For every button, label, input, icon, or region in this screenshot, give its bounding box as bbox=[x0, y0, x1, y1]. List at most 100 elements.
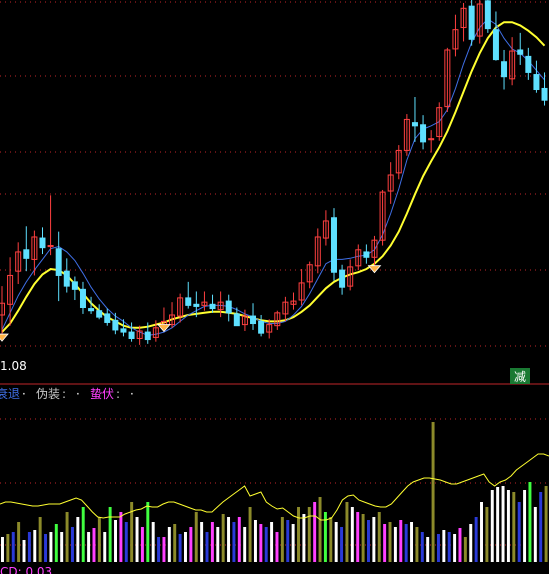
candle bbox=[330, 208, 337, 281]
indicator-bar bbox=[253, 520, 257, 562]
indicator-bar bbox=[501, 486, 505, 562]
indicator-bar bbox=[27, 532, 31, 562]
indicator-bar bbox=[22, 540, 26, 562]
indicator-bar bbox=[544, 486, 548, 562]
indicator-bar bbox=[151, 522, 155, 562]
candle-body bbox=[501, 61, 508, 78]
indicator-bar bbox=[415, 527, 419, 562]
indicator-bar bbox=[447, 532, 451, 562]
candle-body bbox=[492, 29, 499, 61]
indicator-bar bbox=[162, 537, 166, 562]
indicator-bar bbox=[297, 507, 300, 562]
badge[interactable]: 减 bbox=[510, 368, 530, 384]
price-label: 1.08 bbox=[0, 359, 27, 373]
indicator-bar bbox=[76, 517, 80, 562]
candle-body bbox=[112, 319, 119, 331]
candle-body bbox=[233, 313, 240, 327]
candle bbox=[468, 0, 475, 46]
indicator-bar bbox=[275, 532, 279, 562]
candle-body bbox=[88, 308, 95, 312]
indicator-bar bbox=[270, 522, 274, 562]
indicator-bar bbox=[393, 527, 397, 562]
indicator-bar bbox=[194, 512, 198, 562]
indicator-bar bbox=[70, 527, 74, 562]
indicator-bar bbox=[377, 512, 381, 562]
indicator-bar bbox=[81, 507, 85, 562]
candle-body bbox=[258, 320, 265, 334]
indicator-bar bbox=[383, 524, 387, 562]
candle-body bbox=[96, 310, 103, 318]
candle-body bbox=[250, 315, 257, 325]
candle-body bbox=[39, 237, 46, 249]
indicator-bar bbox=[474, 517, 478, 562]
candle-body bbox=[420, 124, 427, 143]
candle-body bbox=[185, 297, 192, 306]
indicator-bar bbox=[485, 507, 489, 562]
indicator-bar bbox=[200, 522, 204, 562]
bottom-indicator-label: CD: 0.03 bbox=[0, 565, 52, 574]
indicator-bar bbox=[184, 532, 187, 562]
indicator-bar bbox=[458, 528, 462, 562]
indicator-bar bbox=[119, 512, 123, 562]
indicator-bar bbox=[517, 502, 521, 562]
indicator-bar bbox=[124, 522, 128, 562]
indicator-bar bbox=[367, 520, 370, 562]
candle-body bbox=[330, 217, 337, 273]
indicator-bar bbox=[372, 517, 376, 562]
indicator-bar bbox=[114, 520, 117, 562]
indicator-bar bbox=[506, 490, 510, 562]
indicator-bar bbox=[410, 522, 414, 562]
indicator-bar bbox=[38, 517, 42, 562]
candle-body bbox=[71, 281, 78, 290]
indicator-bar bbox=[65, 512, 69, 562]
indicator-bar bbox=[533, 507, 537, 562]
indicator-bar bbox=[103, 532, 107, 562]
indicator-bar bbox=[232, 522, 236, 562]
indicator-bar bbox=[157, 537, 161, 562]
indicator-bar bbox=[469, 524, 473, 562]
indicator-bar bbox=[108, 507, 112, 562]
candle-body bbox=[144, 331, 151, 341]
indicator-bar bbox=[361, 514, 365, 562]
candle-body bbox=[468, 5, 475, 40]
candle-body bbox=[120, 328, 127, 333]
indicator-bar bbox=[146, 502, 150, 562]
indicator-bar bbox=[173, 524, 177, 562]
indicator-bar bbox=[286, 520, 290, 562]
legend-entry: · bbox=[22, 387, 26, 401]
indicator-bar bbox=[463, 537, 467, 562]
indicator-bar bbox=[87, 532, 91, 562]
indicator-bar bbox=[313, 502, 317, 562]
candle-body bbox=[525, 55, 532, 73]
indicator-bar bbox=[345, 502, 349, 562]
indicator-bar bbox=[426, 537, 430, 562]
indicator-bar bbox=[442, 530, 446, 562]
indicator-bar bbox=[340, 527, 344, 562]
candle-body bbox=[339, 269, 346, 288]
badge-text: 减 bbox=[514, 370, 526, 384]
indicator-bar bbox=[167, 527, 171, 562]
indicator-bar bbox=[307, 507, 311, 562]
stock-chart: 1.08 减 衰退 · 伪装: · 蛰伏: · CD: 0.03 bbox=[0, 0, 549, 574]
candle-body bbox=[533, 74, 540, 91]
indicator-bar bbox=[60, 532, 64, 562]
candle-body bbox=[104, 313, 111, 323]
indicator-bar bbox=[216, 527, 220, 562]
indicator-bar bbox=[490, 490, 494, 562]
indicator-bar bbox=[436, 534, 440, 562]
candle-body bbox=[484, 0, 491, 30]
candle-body bbox=[541, 87, 548, 101]
indicator-bar bbox=[318, 497, 322, 562]
indicator-bar bbox=[44, 534, 48, 562]
indicator-bar bbox=[97, 517, 101, 562]
legend-entry: : bbox=[62, 387, 66, 401]
indicator-bar bbox=[496, 487, 500, 562]
candle-body bbox=[23, 249, 30, 259]
candle-body bbox=[411, 122, 418, 127]
indicator-bar bbox=[329, 517, 333, 562]
legend-entry: 衰退 bbox=[0, 386, 20, 401]
indicator-bar bbox=[92, 528, 96, 562]
indicator-bar bbox=[135, 517, 139, 562]
indicator-bar bbox=[248, 507, 252, 562]
indicator-bar bbox=[227, 517, 231, 562]
